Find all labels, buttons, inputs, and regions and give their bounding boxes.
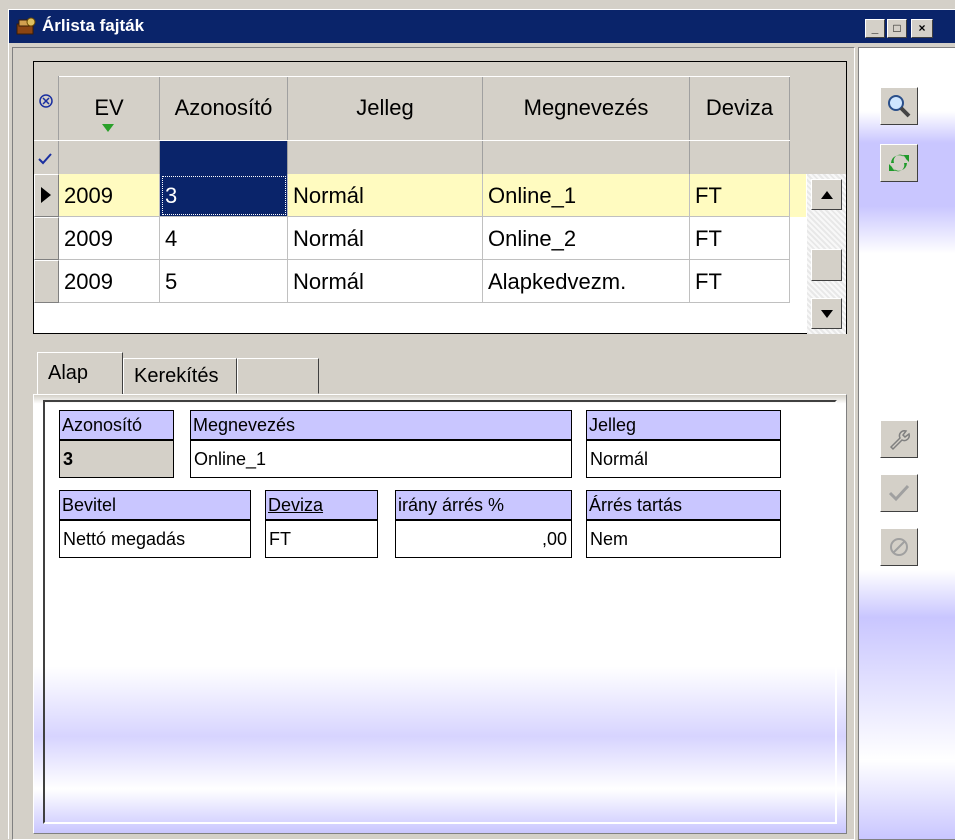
col-label: Deviza xyxy=(705,95,774,120)
title-bar[interactable]: Árlista fajták _ □ × xyxy=(9,10,955,43)
scroll-up-button[interactable] xyxy=(811,179,842,210)
col-header-deviza[interactable]: Deviza xyxy=(690,76,790,140)
filter-cell-jelleg[interactable] xyxy=(288,141,483,175)
form-panel: Azonosító 3 Megnevezés Online_1 Jelleg N… xyxy=(43,400,837,824)
save-button[interactable] xyxy=(880,474,918,512)
cell-deviza[interactable]: FT xyxy=(690,260,790,303)
tab-kerekites[interactable]: Kerekítés xyxy=(123,358,237,394)
search-icon xyxy=(888,95,911,118)
tab-empty[interactable] xyxy=(237,358,319,394)
megnevezes-label: Megnevezés xyxy=(190,410,572,440)
grid-header: EV Azonosító Jelleg Megnevezés Deviza xyxy=(34,62,846,175)
deviza-label[interactable]: Deviza xyxy=(265,490,378,520)
col-header-azonosito[interactable]: Azonosító xyxy=(160,76,288,140)
arres-field[interactable]: ,00 xyxy=(395,520,572,558)
arres-tartas-label: Árrés tartás xyxy=(586,490,781,520)
row-indicator[interactable] xyxy=(34,174,59,217)
tab-page-alap: Azonosító 3 Megnevezés Online_1 Jelleg N… xyxy=(33,394,847,834)
filter-cell-megnevezes[interactable] xyxy=(483,141,690,175)
col-label: Jelleg xyxy=(356,95,414,120)
vertical-scrollbar[interactable] xyxy=(807,174,846,334)
bevitel-field[interactable]: Nettó megadás xyxy=(59,520,251,558)
azonosito-field: 3 xyxy=(59,440,174,478)
jelleg-field[interactable]: Normál xyxy=(586,440,781,478)
cell-deviza[interactable]: FT xyxy=(690,174,790,217)
scroll-thumb[interactable] xyxy=(811,249,842,281)
cell-ev[interactable]: 2009 xyxy=(59,217,160,260)
tab-strip: Alap Kerekítés xyxy=(33,348,847,396)
col-label: Azonosító xyxy=(174,95,273,120)
cell-deviza[interactable]: FT xyxy=(690,217,790,260)
cell-megnevezes[interactable]: Online_1 xyxy=(483,174,690,217)
col-label: Megnevezés xyxy=(523,95,649,120)
filter-cell-ev[interactable] xyxy=(59,141,160,175)
col-header-megnevezes[interactable]: Megnevezés xyxy=(483,76,690,140)
window: Árlista fajták _ □ × EV Azonosító Jelleg… xyxy=(8,9,955,840)
close-button[interactable]: × xyxy=(911,19,933,38)
filter-cell-azonosito[interactable] xyxy=(160,141,288,175)
search-button[interactable] xyxy=(880,87,918,125)
azonosito-label: Azonosító xyxy=(59,410,174,440)
minimize-button[interactable]: _ xyxy=(865,19,885,38)
filter-row xyxy=(34,140,790,175)
cell-azonosito[interactable]: 3 xyxy=(160,174,288,217)
window-title: Árlista fajták xyxy=(42,16,145,35)
cell-azonosito[interactable]: 5 xyxy=(160,260,288,303)
col-label: EV xyxy=(94,95,124,120)
refresh-button[interactable] xyxy=(880,144,918,182)
cell-megnevezes[interactable]: Alapkedvezm. xyxy=(483,260,690,303)
tab-alap[interactable]: Alap xyxy=(37,352,123,396)
current-row-icon xyxy=(41,187,51,203)
wrench-icon xyxy=(889,430,910,451)
cell-ev[interactable]: 2009 xyxy=(59,260,160,303)
scroll-down-button[interactable] xyxy=(811,298,842,329)
jelleg-label: Jelleg xyxy=(586,410,781,440)
edit-button[interactable] xyxy=(880,420,918,458)
cell-jelleg[interactable]: Normál xyxy=(288,174,483,217)
arrow-down-icon xyxy=(820,310,833,318)
deviza-field[interactable]: FT xyxy=(265,520,378,558)
refresh-icon xyxy=(889,154,909,172)
cell-jelleg[interactable]: Normál xyxy=(288,260,483,303)
col-header-jelleg[interactable]: Jelleg xyxy=(288,76,483,140)
header-divider xyxy=(59,76,790,78)
cell-megnevezes[interactable]: Online_2 xyxy=(483,217,690,260)
arrow-up-icon xyxy=(820,191,833,199)
main-panel: EV Azonosító Jelleg Megnevezés Deviza 20… xyxy=(12,47,855,840)
clear-filter-icon[interactable] xyxy=(34,76,59,140)
megnevezes-field[interactable]: Online_1 xyxy=(190,440,572,478)
row-indicator[interactable] xyxy=(34,260,59,303)
row-indicator[interactable] xyxy=(34,217,59,260)
table-row[interactable]: 2009 3 Normál Online_1 FT xyxy=(34,174,806,217)
cell-ev[interactable]: 2009 xyxy=(59,174,160,217)
sort-indicator-icon xyxy=(102,124,114,132)
data-grid[interactable]: EV Azonosító Jelleg Megnevezés Deviza 20… xyxy=(33,61,847,334)
arres-label: irány árrés % xyxy=(395,490,572,520)
checkmark-icon xyxy=(888,484,910,502)
check-icon xyxy=(34,141,59,175)
bevitel-label: Bevitel xyxy=(59,490,251,520)
table-row[interactable]: 2009 5 Normál Alapkedvezm. FT xyxy=(34,260,806,303)
maximize-button[interactable]: □ xyxy=(887,19,907,38)
cell-azonosito[interactable]: 4 xyxy=(160,217,288,260)
app-icon xyxy=(16,17,36,35)
arres-tartas-field[interactable]: Nem xyxy=(586,520,781,558)
table-row[interactable]: 2009 4 Normál Online_2 FT xyxy=(34,217,806,260)
filter-cell-deviza[interactable] xyxy=(690,141,790,175)
cell-jelleg[interactable]: Normál xyxy=(288,217,483,260)
cancel-button[interactable] xyxy=(880,528,918,566)
cancel-icon xyxy=(890,538,908,556)
